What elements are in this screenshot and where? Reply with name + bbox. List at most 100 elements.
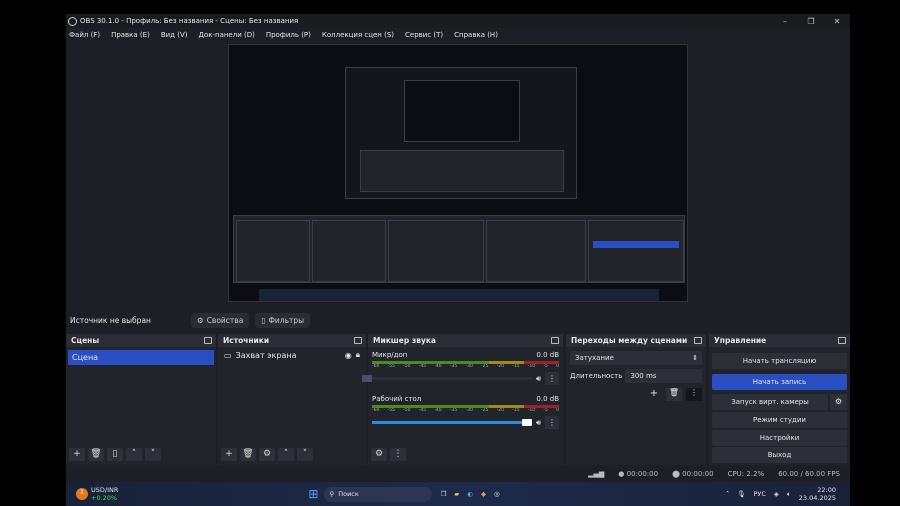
remove-scene-button[interactable]: 🗑 [88, 448, 104, 461]
nested-docks [233, 215, 685, 283]
menu-profile[interactable]: Профиль (P) [266, 31, 311, 39]
transition-menu-button[interactable]: ⋮ [686, 388, 702, 401]
mixer-menu-button[interactable]: ⋮ [390, 448, 406, 461]
taskbar: 1 USD/INR +0.20% ⊞ ⚲ Поиск ❐ ▰ ◐ ◆ ◎ ˄ 🎙︎ … [66, 482, 850, 506]
properties-button[interactable]: ⚙ Свойства [190, 312, 250, 328]
title-bar: OBS 30.1.0 - Профиль: Без названия - Сце… [66, 14, 850, 28]
context-bar: Источник не выбран ⚙ Свойства ▯ Фильтры [66, 310, 850, 330]
virtual-camera-settings-icon[interactable]: ⚙ [830, 394, 847, 410]
mixer-title: Микшер звука [373, 336, 436, 345]
move-down-button[interactable]: ˅ [297, 448, 313, 461]
volume-meter [372, 361, 559, 364]
menu-tools[interactable]: Сервис (T) [405, 31, 443, 39]
meter-tick: -50 [403, 408, 411, 413]
channel-menu-button[interactable]: ⋮ [545, 416, 559, 429]
source-properties-button[interactable]: ⚙ [259, 448, 275, 461]
language-indicator[interactable]: РУС [753, 490, 765, 498]
menu-view[interactable]: Вид (V) [161, 31, 188, 39]
meter-tick: 0 [556, 408, 559, 413]
meter-tick: -55 [387, 408, 395, 413]
channel-db: 0.0 dB [536, 395, 559, 403]
duration-label: Длительность [570, 372, 623, 380]
start-recording-button[interactable]: Начать запись [712, 374, 847, 390]
eye-icon[interactable]: ◉ [345, 351, 352, 360]
meter-tick: -20 [496, 364, 504, 369]
menu-file[interactable]: Файл (F) [69, 31, 100, 39]
add-source-button[interactable]: + [221, 448, 237, 461]
scene-item[interactable]: Сцена [68, 350, 214, 365]
remove-transition-button[interactable]: 🗑 [666, 388, 682, 401]
clock[interactable]: 22:00 23.04.2025 [799, 486, 836, 502]
volume-slider[interactable] [362, 375, 532, 382]
menu-edit[interactable]: Правка (E) [111, 31, 150, 39]
start-streaming-button[interactable]: Начать трансляцию [712, 353, 847, 369]
exit-button[interactable]: Выход [712, 447, 847, 463]
channel-name: Рабочий стол [372, 395, 422, 403]
minimize-button[interactable]: – [772, 17, 798, 26]
channel-db: 0.0 dB [536, 351, 559, 359]
wifi-icon[interactable]: ◈ [774, 490, 779, 498]
obs-taskbar-icon[interactable]: ◎ [494, 490, 500, 498]
mixer-channel: Микр/доп 0.0 dB -60 -55 -50 -45 -40 -35 -30 -25-… [362, 347, 563, 385]
move-up-button[interactable]: ˄ [278, 448, 294, 461]
task-view-icon[interactable]: ❐ [440, 490, 446, 498]
move-up-button[interactable]: ˄ [126, 448, 142, 461]
file-explorer-icon[interactable]: ▰ [454, 490, 459, 498]
fps-readout: 60.00 / 60.00 FPS [778, 470, 840, 478]
duration-spinbox[interactable]: 300 ms [625, 369, 702, 383]
close-button[interactable]: ✕ [824, 17, 850, 26]
advanced-audio-button[interactable]: ⚙ [371, 448, 387, 461]
windows-start-icon[interactable]: ⊞ [308, 487, 318, 501]
settings-button[interactable]: Настройки [712, 430, 847, 446]
search-box[interactable]: ⚲ Поиск [324, 486, 433, 502]
transitions-panel: Переходы между сценами Затухание ⇕ Длител… [566, 334, 706, 465]
studio-mode-button[interactable]: Режим студии [712, 412, 847, 428]
meter-tick: -55 [387, 364, 395, 369]
undock-icon[interactable] [838, 337, 846, 344]
scenes-title: Сцены [71, 336, 100, 345]
browser-icon[interactable]: ◆ [481, 490, 486, 498]
scene-filters-button[interactable]: ▯ [107, 448, 123, 461]
filters-button[interactable]: ▯ Фильтры [255, 312, 311, 328]
speaker-icon[interactable]: 🔊︎ [536, 418, 541, 428]
add-scene-button[interactable]: + [69, 448, 85, 461]
meter-tick: -40 [434, 364, 442, 369]
meter-tick: -60 [372, 408, 380, 413]
volume-slider[interactable] [372, 419, 532, 426]
mixer-channel: Рабочий стол 0.0 dB -60 -55 -50 -45 -40 -35 -30… [368, 391, 563, 429]
chevron-up-icon[interactable]: ˄ [726, 490, 729, 498]
start-virtual-camera-button[interactable]: Запуск вирт. камеры [712, 394, 828, 410]
maximize-button[interactable]: ❐ [798, 17, 824, 26]
menu-help[interactable]: Справка (H) [454, 31, 498, 39]
obs-window: OBS 30.1.0 - Профиль: Без названия - Сце… [66, 14, 850, 482]
preview-canvas[interactable] [228, 44, 688, 302]
cpu-usage: CPU: 2.2% [727, 470, 765, 478]
add-transition-button[interactable]: + [646, 388, 662, 401]
edge-icon[interactable]: ◐ [467, 490, 473, 498]
microphone-icon[interactable]: 🎙︎ [737, 490, 745, 498]
undock-icon[interactable] [694, 337, 702, 344]
undock-icon[interactable] [354, 337, 362, 344]
stream-time: ● 00:00:00 [618, 470, 659, 478]
lock-icon[interactable]: 🔒︎ [356, 350, 360, 360]
meter-tick: -20 [496, 408, 504, 413]
source-item[interactable]: ▭ Захват экрана ◉ 🔒︎ [218, 347, 366, 363]
menu-docks[interactable]: Док-панели (D) [198, 31, 254, 39]
monitor-icon: ▭ [224, 350, 232, 360]
scenes-panel: Сцены Сцена + 🗑 ▯ ˄ ˅ [66, 334, 216, 465]
transition-select[interactable]: Затухание ⇕ [570, 351, 702, 365]
menu-scene-collection[interactable]: Коллекция сцен (S) [322, 31, 394, 39]
channel-menu-button[interactable]: ⋮ [545, 372, 559, 385]
meter-tick: -35 [449, 364, 458, 369]
remove-source-button[interactable]: 🗑 [240, 448, 256, 461]
sources-title: Источники [223, 336, 270, 345]
sources-panel: Источники ▭ Захват экрана ◉ 🔒︎ + 🗑 ⚙ ˄ ˅ [218, 334, 366, 465]
undock-icon[interactable] [204, 337, 212, 344]
ticker-widget[interactable]: 1 USD/INR +0.20% [76, 486, 118, 502]
meter-tick: -10 [527, 408, 536, 413]
speaker-icon[interactable]: 🔊︎ [536, 374, 541, 384]
undock-icon[interactable] [551, 337, 559, 344]
move-down-button[interactable]: ˅ [145, 448, 161, 461]
meter-tick: -25 [481, 364, 489, 369]
volume-icon[interactable]: 🔈︎ [787, 490, 791, 499]
